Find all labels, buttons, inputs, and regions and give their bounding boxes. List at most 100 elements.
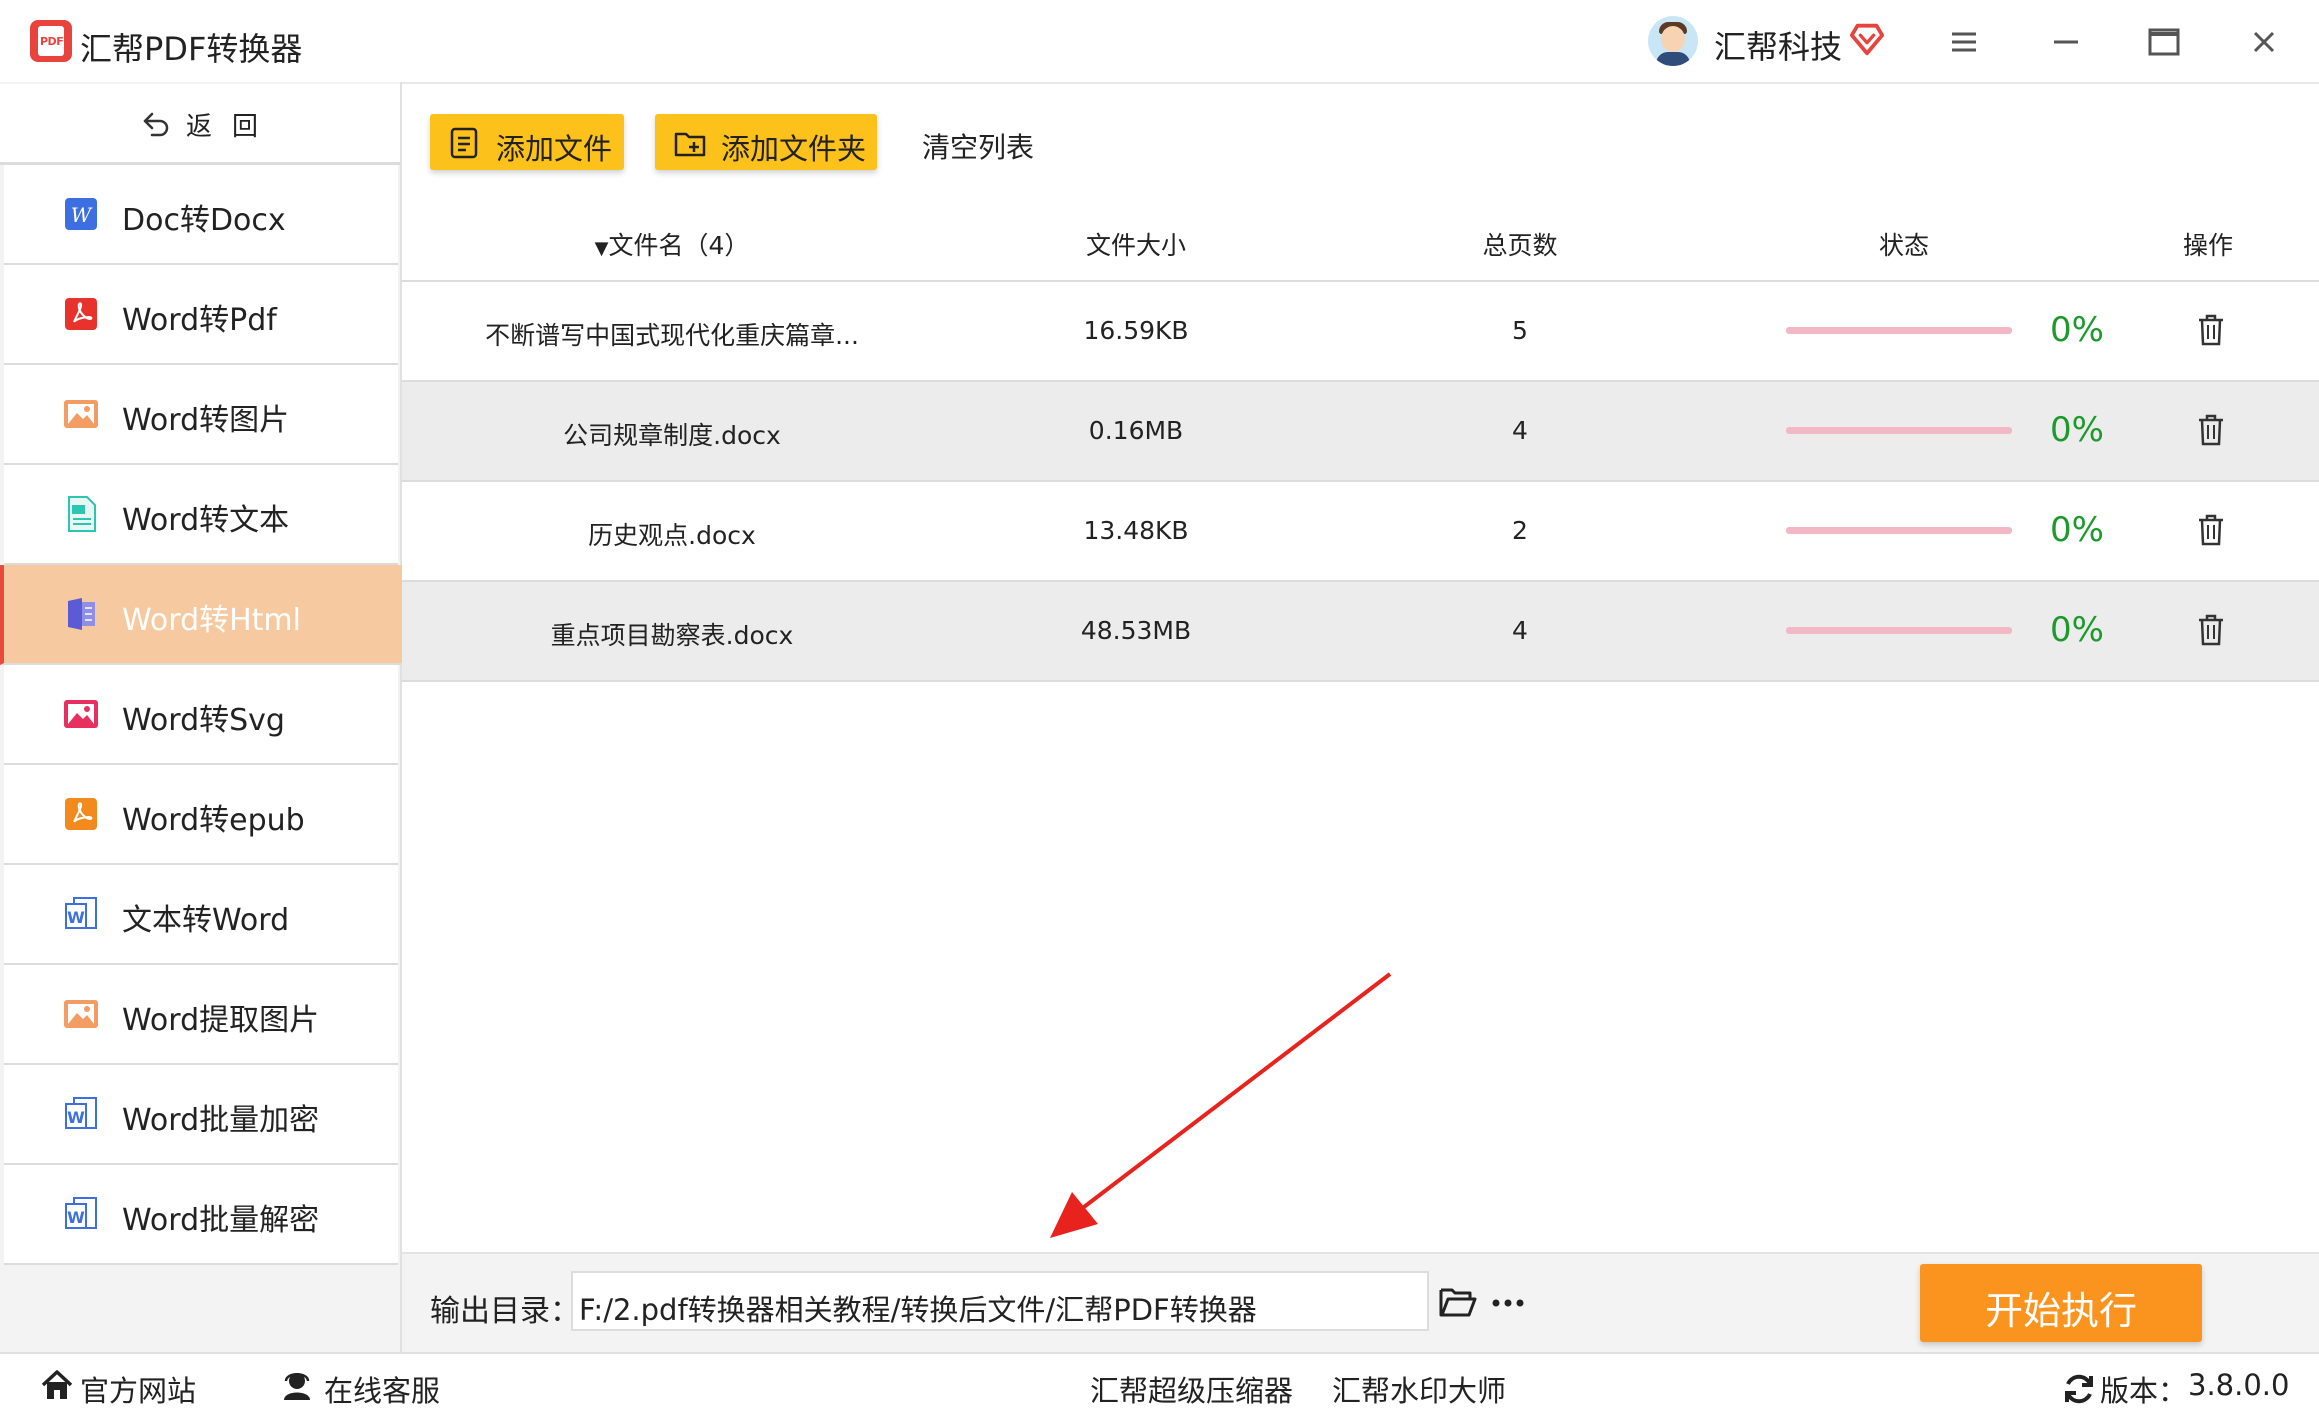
output-dir-label: 输出目录： [430,1294,580,1329]
progress-percent: 0% [2050,610,2104,650]
compressor-link[interactable]: 汇帮超级压缩器 [1090,1368,1293,1410]
sidebar-item-word-to-text[interactable]: Word转文本 [4,465,398,565]
column-header-size: 文件大小 [1085,231,1187,260]
text-doc-icon [68,496,96,532]
annotation-arrow-icon [1050,972,1392,1238]
version-label: 版本： [2100,1374,2188,1408]
vip-diamond-heart-icon[interactable] [1848,20,1886,58]
epub-icon [65,798,97,830]
pdf-icon [65,298,97,330]
maximize-icon[interactable] [2144,22,2184,62]
table-row[interactable]: 不断谱写中国式现代化重庆篇章... 16.59KB 5 0% [402,282,2319,382]
table-row[interactable]: 历史观点.docx 13.48KB 2 0% [402,482,2319,582]
home-icon [41,1370,73,1399]
sidebar-item-word-to-html[interactable]: Word转Html [0,565,402,665]
svg-text:W: W [67,1108,85,1127]
customer-service-icon [284,1373,310,1400]
file-size: 0.16MB [1088,416,1184,445]
close-icon[interactable] [2244,22,2284,62]
sidebar-item-label: Word转Svg [122,703,285,738]
svg-text:W: W [71,203,93,227]
folder-open-icon[interactable] [1438,1284,1478,1320]
progress-percent: 0% [2050,510,2104,550]
column-header-action: 操作 [2182,231,2234,260]
sidebar-item-word-to-pdf[interactable]: Word转Pdf [4,265,398,365]
clear-list-button[interactable]: 清空列表 [922,126,1034,166]
page-count: 2 [1512,516,1528,545]
sidebar-item-word-to-svg[interactable]: Word转Svg [4,665,398,765]
file-name: 重点项目勘察表.docx [550,621,794,650]
file-size: 13.48KB [1083,516,1189,545]
trash-icon[interactable] [2194,312,2228,348]
page-count: 4 [1512,416,1528,445]
add-file-icon [450,127,478,159]
sidebar-item-label: Word批量解密 [122,1203,320,1238]
column-header-name-label: 文件名（4） [608,231,750,260]
sidebar-item-word-batch-encrypt[interactable]: W Word批量加密 [4,1065,398,1165]
sidebar-item-word-to-epub[interactable]: Word转epub [4,765,398,865]
sidebar-item-label: Word提取图片 [122,1003,320,1038]
trash-icon[interactable] [2194,412,2228,448]
page-count: 4 [1512,616,1528,645]
table-row[interactable]: 公司规章制度.docx 0.16MB 4 0% [402,382,2319,482]
sidebar-item-label: Doc转Docx [122,203,286,238]
back-arrow-icon [143,112,169,137]
progress-bar [1786,327,2012,334]
word-doc-icon: W [65,897,97,929]
sidebar-item-text-to-word[interactable]: W 文本转Word [4,865,398,965]
trash-icon[interactable] [2194,612,2228,648]
add-folder-icon [674,132,706,157]
column-header-pages: 总页数 [1482,231,1558,260]
sidebar-item-word-to-image[interactable]: Word转图片 [4,365,398,465]
progress-percent: 0% [2050,310,2104,350]
watermark-link[interactable]: 汇帮水印大师 [1332,1368,1506,1410]
sidebar-item-label: 文本转Word [122,903,290,938]
progress-bar [1786,527,2012,534]
user-name[interactable]: 汇帮科技 [1714,22,1842,68]
add-folder-label: 添加文件夹 [721,132,867,166]
file-name: 公司规章制度.docx [563,421,781,450]
sidebar-item-label: Word批量加密 [122,1103,320,1138]
file-name: 历史观点.docx [588,521,756,550]
menu-icon[interactable] [1944,22,1984,62]
trash-icon[interactable] [2194,512,2228,548]
add-file-button[interactable]: 添加文件 [430,114,624,170]
progress-bar [1786,627,2012,634]
online-support-link[interactable]: 在线客服 [324,1368,440,1410]
output-dir-input[interactable]: F:/2.pdf转换器相关教程/转换后文件/汇帮PDF转换器 [571,1271,1429,1331]
start-button[interactable]: 开始执行 [1920,1264,2202,1342]
html-doc-icon [68,598,95,630]
sidebar-item-word-extract-images[interactable]: Word提取图片 [4,965,398,1065]
add-file-label: 添加文件 [496,132,613,166]
page-count: 5 [1512,316,1528,345]
back-button[interactable]: 返回 [0,84,400,165]
user-avatar[interactable] [1648,16,1698,66]
word-doc-icon: W [65,1097,97,1129]
column-header-status: 状态 [1878,231,1930,260]
column-header-name[interactable]: ▼文件名（4） [595,226,750,262]
minimize-icon[interactable] [2046,22,2086,62]
sidebar-item-word-batch-decrypt[interactable]: W Word批量解密 [4,1165,398,1265]
sidebar-item-doc-to-docx[interactable]: W Doc转Docx [4,165,398,265]
app-logo: PDF [30,20,72,62]
sidebar-item-label: Word转Pdf [122,303,277,338]
svg-image-icon [64,700,98,728]
svg-text:W: W [67,908,85,927]
more-options-icon[interactable] [1488,1288,1528,1318]
sidebar-item-label: Word转图片 [122,403,290,438]
file-size: 16.59KB [1083,316,1189,345]
svg-text:W: W [67,1208,85,1227]
image-icon [64,400,98,428]
app-logo-text: PDF [40,35,64,48]
sort-down-icon: ▼ [594,238,609,259]
word-doc-icon: W [65,1197,97,1229]
table-row[interactable]: 重点项目勘察表.docx 48.53MB 4 0% [402,582,2319,682]
official-website-link[interactable]: 官方网站 [80,1368,196,1410]
file-name: 不断谱写中国式现代化重庆篇章... [485,321,859,350]
refresh-icon[interactable] [2062,1372,2096,1406]
extract-image-icon [64,1000,98,1028]
add-folder-button[interactable]: 添加文件夹 [655,114,877,170]
app-title: 汇帮PDF转换器 [80,30,303,68]
sidebar-item-label: Word转epub [122,803,305,838]
version-number: 3.8.0.0 [2188,1368,2290,1402]
